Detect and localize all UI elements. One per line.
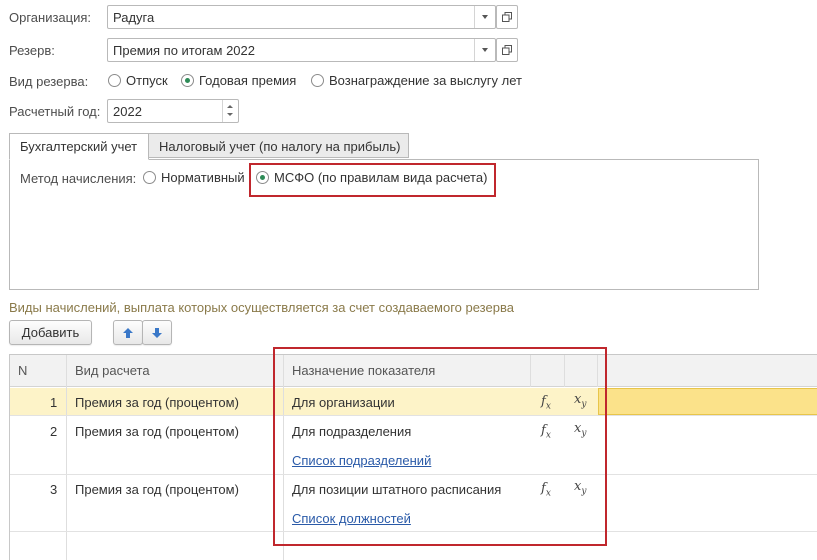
organization-field[interactable]: Радуга	[107, 5, 496, 29]
organization-value: Радуга	[113, 10, 155, 25]
row-3-calc-type[interactable]: Премия за год (процентом)	[75, 482, 239, 497]
reserve-field[interactable]: Премия по итогам 2022	[107, 38, 496, 62]
chevron-down-icon	[482, 48, 488, 52]
organization-label: Организация:	[9, 10, 92, 25]
calc-year-label: Расчетный год:	[9, 104, 101, 119]
chevron-down-icon	[482, 15, 488, 19]
spin-down-icon	[227, 113, 233, 116]
reserve-kind-label: Вид резерва:	[9, 74, 89, 89]
radio-circle	[311, 74, 324, 87]
row-3-number: 3	[50, 482, 58, 497]
column-header-n[interactable]: N	[18, 363, 27, 378]
radio-label: Годовая премия	[199, 73, 297, 88]
row-1-calc-type[interactable]: Премия за год (процентом)	[75, 395, 239, 410]
move-down-button[interactable]	[142, 320, 172, 345]
accrual-method-radio-ifrs[interactable]: МСФО (по правилам вида расчета)	[256, 170, 487, 185]
add-button[interactable]: Добавить	[9, 320, 92, 345]
reserve-dropdown-button[interactable]	[474, 39, 495, 61]
spin-up-icon	[227, 105, 233, 108]
radio-circle	[181, 74, 194, 87]
organization-open-button[interactable]	[496, 5, 518, 29]
column-header-calc-type[interactable]: Вид расчета	[75, 363, 150, 378]
reserve-kind-radio-long-service[interactable]: Вознаграждение за выслугу лет	[311, 73, 522, 88]
year-spinner[interactable]	[222, 100, 238, 122]
col-divider	[66, 355, 67, 560]
open-window-icon	[502, 12, 512, 22]
row-1-number: 1	[50, 395, 58, 410]
organization-dropdown-button[interactable]	[474, 6, 495, 28]
section-title: Виды начислений, выплата которых осущест…	[9, 300, 514, 315]
radio-label: Нормативный	[161, 170, 245, 185]
row-2-calc-type[interactable]: Премия за год (процентом)	[75, 424, 239, 439]
reserve-kind-radio-vacation[interactable]: Отпуск	[108, 73, 168, 88]
move-up-button[interactable]	[113, 320, 143, 345]
tab-tax-accounting[interactable]: Налоговый учет (по налогу на прибыль)	[148, 133, 409, 158]
radio-circle	[143, 171, 156, 184]
calc-year-field[interactable]: 2022	[107, 99, 239, 123]
reserve-open-button[interactable]	[496, 38, 518, 62]
tab-accounting[interactable]: Бухгалтерский учет	[9, 133, 149, 160]
highlight-box-purpose-column	[273, 347, 607, 546]
radio-circle	[108, 74, 121, 87]
radio-label: Вознаграждение за выслугу лет	[329, 73, 522, 88]
arrow-down-icon	[152, 327, 162, 338]
radio-circle	[256, 171, 269, 184]
row-2-number: 2	[50, 424, 58, 439]
selected-cell[interactable]	[598, 388, 817, 415]
open-window-icon	[502, 45, 512, 55]
radio-label: МСФО (по правилам вида расчета)	[274, 170, 488, 185]
accrual-method-label: Метод начисления:	[20, 171, 137, 186]
arrow-up-icon	[123, 327, 133, 338]
reserve-value: Премия по итогам 2022	[113, 43, 255, 58]
reserve-kind-radio-annual-bonus[interactable]: Годовая премия	[181, 73, 296, 88]
radio-label: Отпуск	[126, 73, 168, 88]
reserve-label: Резерв:	[9, 43, 55, 58]
calc-year-value: 2022	[113, 104, 142, 119]
accrual-method-radio-normative[interactable]: Нормативный	[143, 170, 245, 185]
